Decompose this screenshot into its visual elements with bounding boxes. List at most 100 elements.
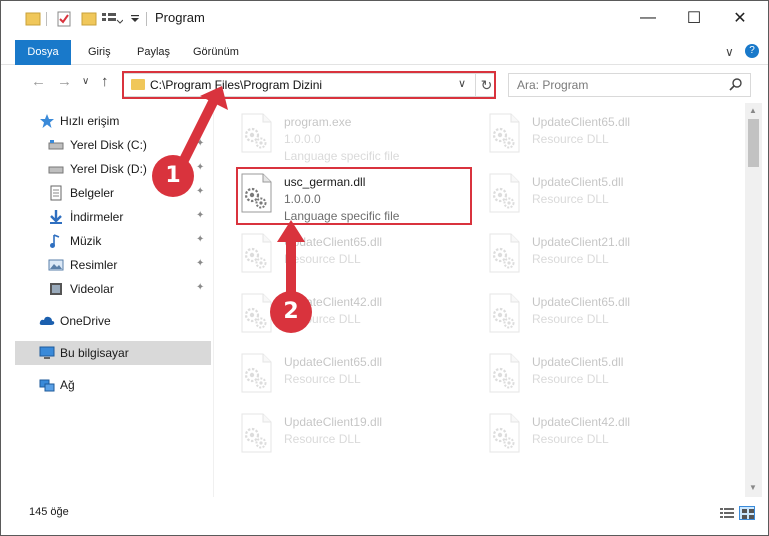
dll-file-icon <box>241 413 272 453</box>
pin-icon: ✦ <box>196 186 205 197</box>
file-item[interactable]: UpdateClient42.dll Resource DLL <box>215 287 455 343</box>
network-icon <box>39 379 55 392</box>
file-description: Resource DLL <box>284 432 361 446</box>
help-icon[interactable]: ? <box>745 44 759 58</box>
file-item[interactable]: UpdateClient5.dll Resource DLL <box>463 167 703 223</box>
file-description: Resource DLL <box>532 252 609 266</box>
pane-divider[interactable] <box>213 107 214 497</box>
pin-icon: ✦ <box>196 282 205 293</box>
file-name: UpdateClient65.dll <box>532 115 631 129</box>
item-count: 145 öğe <box>29 506 69 518</box>
maximize-button[interactable]: ☐ <box>671 1 717 35</box>
file-item[interactable]: program.exe 1.0.0.0 Language specific file <box>215 107 455 163</box>
details-view-icon[interactable] <box>719 506 735 520</box>
pin-icon: ✦ <box>196 138 205 149</box>
dll-file-icon <box>489 233 520 273</box>
nav-item-label: Yerel Disk (C:) <box>70 138 147 152</box>
step-1-badge: 1 <box>152 155 194 197</box>
file-name: UpdateClient5.dll <box>532 175 624 189</box>
scroll-down-icon[interactable]: ▼ <box>749 483 757 492</box>
file-name: UpdateClient65.dll <box>532 295 631 309</box>
download-icon <box>50 210 62 224</box>
tab-paylas[interactable]: Paylaş <box>125 40 182 64</box>
file-description: Resource DLL <box>284 252 361 266</box>
file-highlight-box <box>236 167 472 225</box>
folder-icon <box>25 12 41 26</box>
step-2-badge: 2 <box>270 291 312 333</box>
dll-file-icon <box>241 293 272 333</box>
ribbon-collapse-icon[interactable]: ∨ <box>725 45 734 59</box>
maximize-icon: ☐ <box>686 10 702 27</box>
search-icon[interactable] <box>729 77 743 91</box>
forward-button[interactable]: → <box>57 73 72 90</box>
pictures-icon <box>48 259 64 271</box>
nav-item-label: Resimler <box>70 258 118 272</box>
nav-item-label: OneDrive <box>60 314 111 328</box>
file-item[interactable]: UpdateClient65.dll Resource DLL <box>215 347 455 403</box>
file-description: Resource DLL <box>532 372 609 386</box>
file-item[interactable]: UpdateClient5.dll Resource DLL <box>463 347 703 403</box>
nav-item-network[interactable]: Ağ <box>15 373 211 397</box>
nav-item-label: Belgeler <box>70 186 115 200</box>
back-button[interactable]: ← <box>31 73 46 90</box>
cloud-icon <box>39 316 55 325</box>
minimize-button[interactable]: — <box>625 1 671 35</box>
file-item[interactable]: UpdateClient65.dll Resource DLL <box>215 227 455 283</box>
minimize-icon: — <box>640 9 656 26</box>
tiles-view-icon[interactable] <box>739 506 755 520</box>
file-item[interactable]: UpdateClient19.dll Resource DLL <box>215 407 455 463</box>
file-name: UpdateClient65.dll <box>284 355 383 369</box>
up-button[interactable]: ↑ <box>101 73 109 90</box>
file-name: UpdateClient65.dll <box>284 235 383 249</box>
documents-icon <box>50 185 62 201</box>
file-description: Resource DLL <box>532 432 609 446</box>
file-item[interactable]: UpdateClient42.dll Resource DLL <box>463 407 703 463</box>
dll-file-icon <box>489 173 520 213</box>
close-button[interactable]: ✕ <box>717 1 763 35</box>
file-name: program.exe <box>284 115 352 129</box>
drive-icon <box>48 166 64 174</box>
nav-item-muzik[interactable]: Müzik ✦ <box>15 229 211 253</box>
scroll-up-icon[interactable]: ▲ <box>749 106 757 115</box>
nav-item-this-pc[interactable]: Bu bilgisayar <box>15 341 211 365</box>
file-explorer-window: Program — ☐ ✕ Dosya Giriş Paylaş Görünüm… <box>0 0 769 536</box>
nav-item-quick-access[interactable]: Hızlı erişim <box>15 109 211 133</box>
pin-icon: ✦ <box>196 210 205 221</box>
pin-icon: ✦ <box>196 234 205 245</box>
recent-locations-button[interactable]: ∨ <box>82 76 89 87</box>
properties-icon[interactable] <box>56 10 72 28</box>
scroll-thumb[interactable] <box>748 119 759 167</box>
nav-item-label: Yerel Disk (D:) <box>70 162 147 176</box>
toolbar-divider <box>46 12 47 26</box>
address-row: ← → ∨ ↑ C:\Program Files\Program Dizini … <box>1 65 768 103</box>
dll-file-icon <box>489 293 520 333</box>
new-folder-icon[interactable] <box>81 10 97 28</box>
file-item[interactable]: UpdateClient21.dll Resource DLL <box>463 227 703 283</box>
nav-item-label: Videolar <box>70 282 114 296</box>
file-item[interactable]: UpdateClient65.dll Resource DLL <box>463 107 703 163</box>
music-icon <box>50 234 60 248</box>
status-bar: 145 öğe <box>1 497 768 535</box>
file-description: Resource DLL <box>532 132 609 146</box>
customize-toolbar-icon[interactable] <box>101 10 123 28</box>
file-name: UpdateClient21.dll <box>532 235 631 249</box>
nav-item-disk-c[interactable]: Yerel Disk (C:) ✦ <box>15 133 211 157</box>
file-description: Resource DLL <box>532 192 609 206</box>
tab-gorunum[interactable]: Görünüm <box>181 40 251 64</box>
file-description: 1.0.0.0 <box>284 132 321 146</box>
quick-access-dropdown-icon[interactable] <box>130 10 140 28</box>
nav-item-resimler[interactable]: Resimler ✦ <box>15 253 211 277</box>
ribbon-tabs: Dosya Giriş Paylaş Görünüm ∨ ? <box>1 35 768 96</box>
nav-item-onedrive[interactable]: OneDrive <box>15 309 211 333</box>
pin-icon: ✦ <box>196 162 205 173</box>
vertical-scrollbar[interactable]: ▲ ▼ <box>745 103 762 497</box>
address-highlight-box <box>122 71 496 99</box>
file-item[interactable]: UpdateClient65.dll Resource DLL <box>463 287 703 343</box>
tab-giris[interactable]: Giriş <box>76 40 123 64</box>
nav-item-videolar[interactable]: Videolar ✦ <box>15 277 211 301</box>
search-input[interactable]: Ara: Program <box>508 73 751 97</box>
file-name: UpdateClient42.dll <box>532 415 631 429</box>
nav-item-label: Bu bilgisayar <box>60 346 129 360</box>
nav-item-indirmeler[interactable]: İndirmeler ✦ <box>15 205 211 229</box>
videos-icon <box>50 283 62 295</box>
